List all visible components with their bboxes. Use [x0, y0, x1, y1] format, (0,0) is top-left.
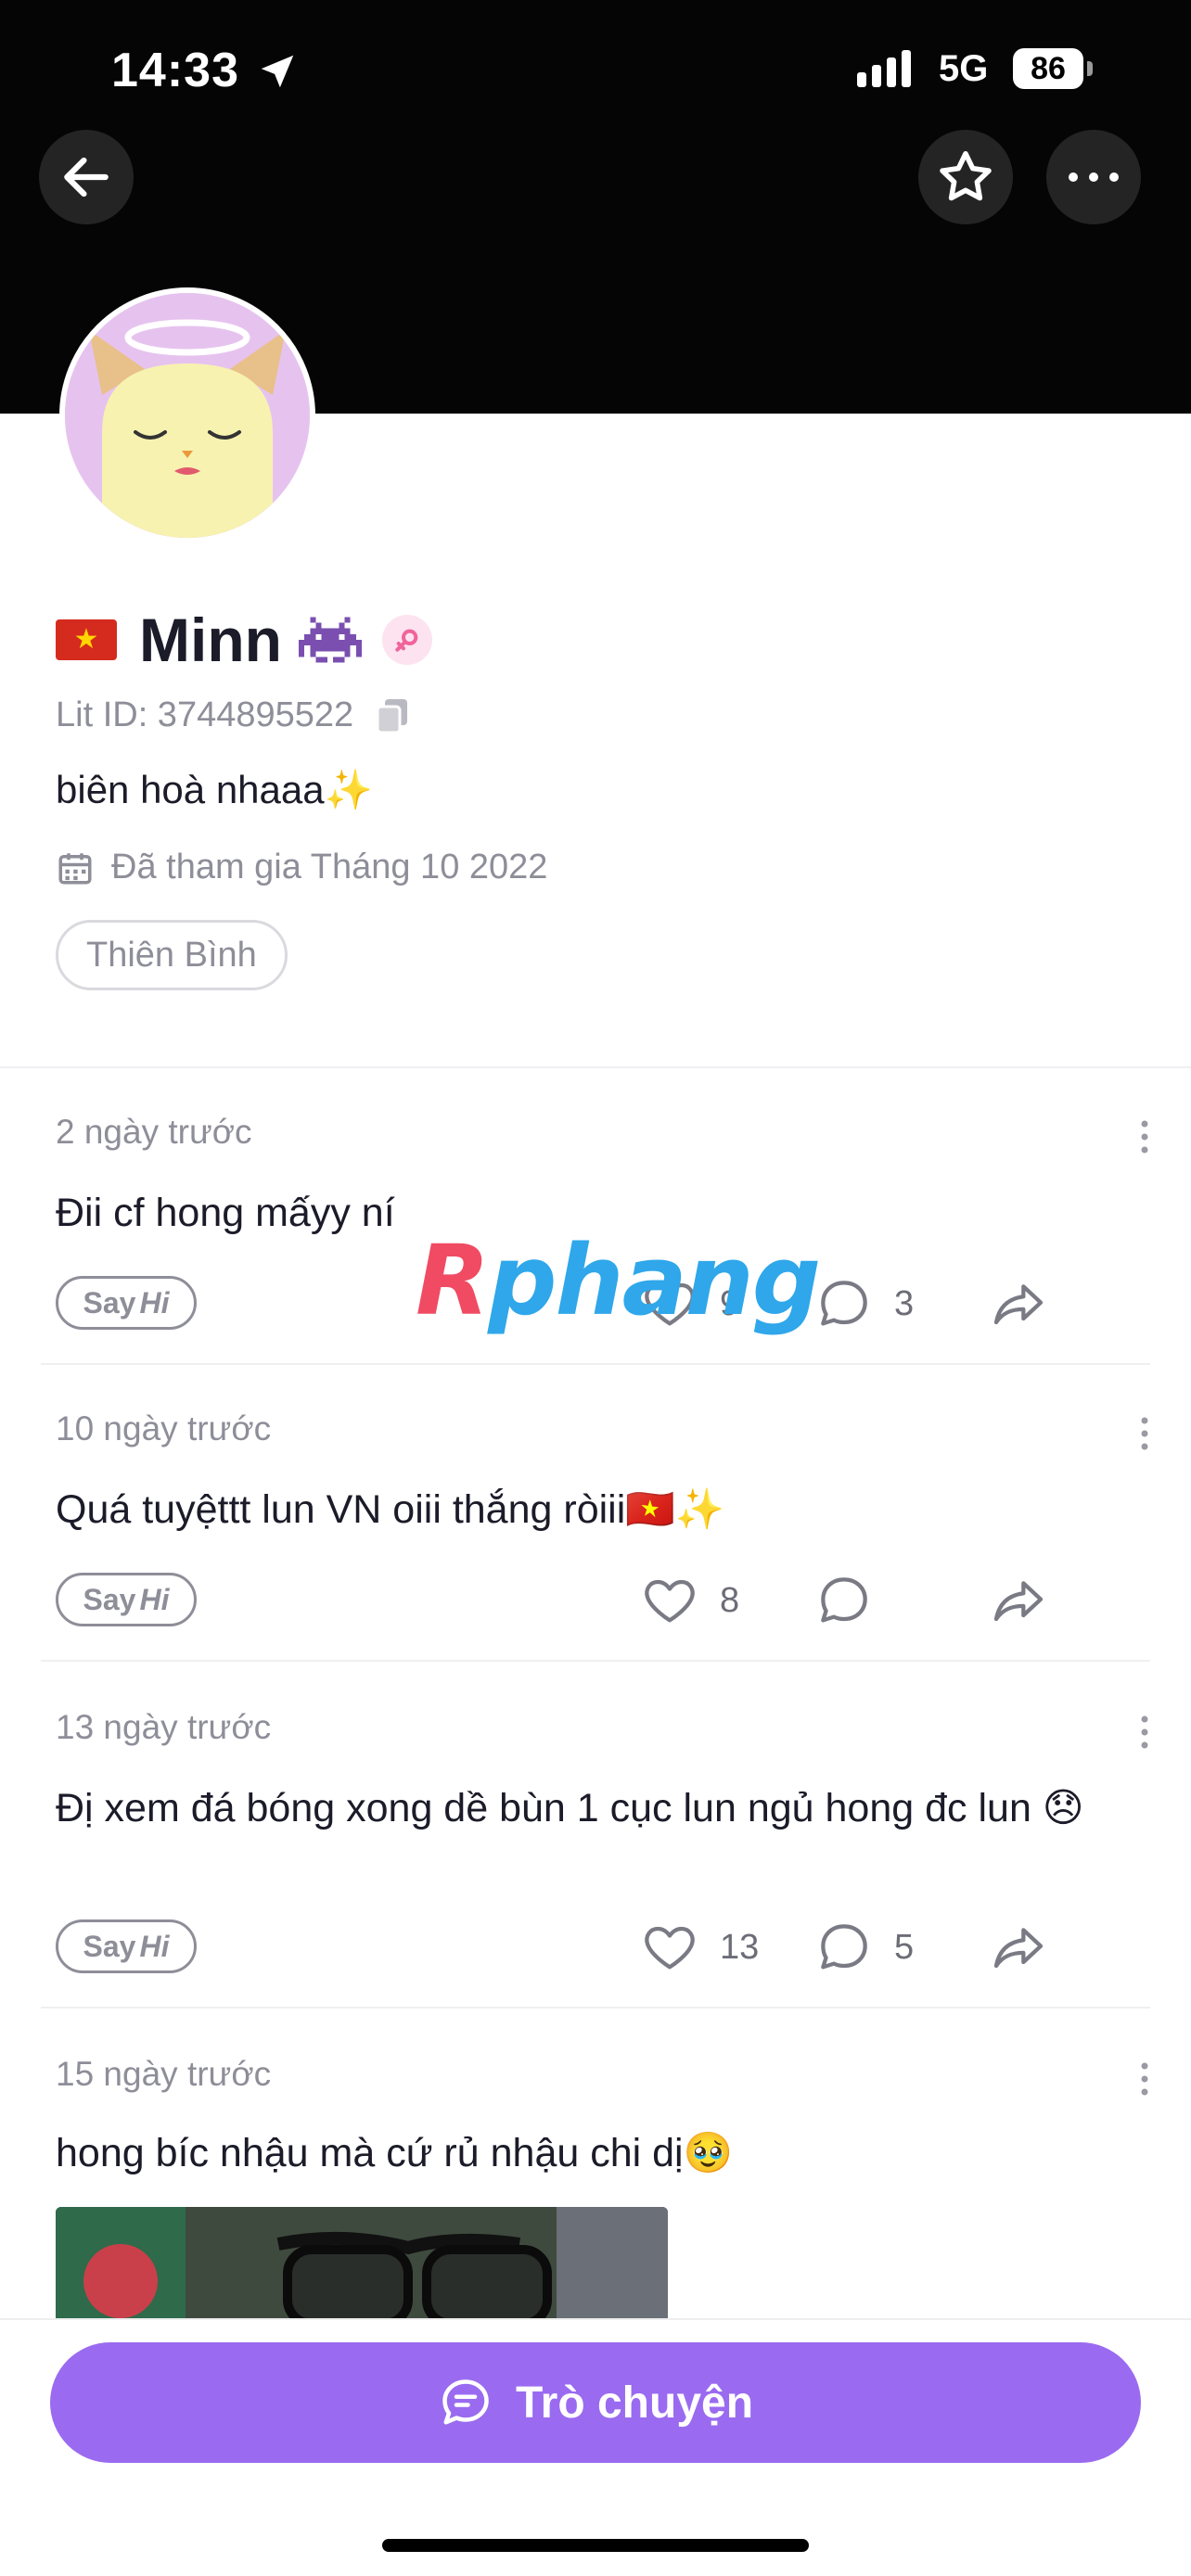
glasses-photo — [56, 2207, 668, 2318]
post-separator — [41, 2007, 1150, 2009]
lit-id-row: Lit ID: 3744895522 — [56, 695, 409, 735]
post-date: 10 ngày trước — [56, 1409, 272, 1447]
comment-button[interactable] — [814, 1571, 894, 1630]
network-type: 5G — [939, 48, 989, 89]
favorite-button[interactable] — [918, 130, 1013, 224]
say-hi-hi: Hi — [139, 1929, 170, 1963]
say-hi-hi: Hi — [139, 1285, 170, 1320]
chat-button[interactable]: Trò chuyện — [50, 2342, 1141, 2463]
heart-icon — [645, 1926, 695, 1970]
profile-name-row: ★ Minn — [56, 605, 432, 675]
zodiac-tag[interactable]: Thiên Bình — [56, 920, 288, 990]
comment-icon — [821, 1281, 867, 1326]
avatar[interactable] — [59, 287, 315, 543]
back-arrow-icon — [64, 157, 109, 198]
calendar-icon — [58, 852, 92, 884]
lit-id-text: Lit ID: 3744895522 — [56, 695, 354, 734]
chat-button-label: Trò chuyện — [515, 2378, 754, 2428]
profile-bio: biên hoà nhaaa✨ — [56, 768, 373, 811]
more-options-button[interactable] — [1046, 130, 1141, 224]
profile-name: Minn — [139, 606, 282, 674]
star-icon — [940, 150, 992, 201]
watermark-r: R — [416, 1224, 490, 1337]
post-more-icon[interactable] — [1135, 1714, 1154, 1751]
say-hi-say: Say — [83, 1929, 136, 1963]
comment-count: 3 — [894, 1283, 915, 1323]
post-date: 15 ngày trước — [56, 2055, 272, 2093]
comment-button[interactable]: 3 — [814, 1274, 914, 1333]
like-button[interactable]: 8 — [640, 1571, 739, 1630]
comment-count: 5 — [894, 1927, 915, 1967]
post-date: 2 ngày trước — [56, 1113, 252, 1151]
share-icon — [993, 1284, 1044, 1325]
battery-tip — [1087, 61, 1093, 76]
share-button[interactable] — [989, 1571, 1069, 1630]
chat-bubble-icon — [442, 2379, 489, 2425]
post-more-icon[interactable] — [1135, 2060, 1154, 2098]
post-date: 13 ngày trước — [56, 1708, 272, 1746]
post-separator — [41, 1660, 1150, 1662]
post-image[interactable] — [56, 2207, 668, 2318]
back-button[interactable] — [39, 130, 134, 224]
more-dots-icon — [1069, 172, 1119, 182]
like-count: 8 — [720, 1580, 740, 1620]
say-hi-say: Say — [83, 1285, 136, 1320]
section-divider — [0, 1066, 1191, 1068]
share-icon — [993, 1928, 1044, 1969]
post-text: hong bíc nhậu mà cứ rủ nhậu chi dị🥹 — [56, 2131, 734, 2175]
post-more-icon[interactable] — [1135, 1415, 1154, 1452]
watermark-logo: Rphang — [416, 1224, 821, 1337]
comment-icon — [821, 1924, 867, 1970]
share-button[interactable] — [989, 1918, 1069, 1977]
signal-icon — [857, 50, 911, 87]
female-gender-badge — [381, 615, 432, 665]
share-icon — [993, 1581, 1044, 1622]
female-symbol-icon — [395, 629, 418, 652]
post-text: Đị xem đá bóng xong dề bùn 1 cục lun ngủ… — [56, 1786, 1084, 1830]
post-separator — [41, 1363, 1150, 1365]
vietnam-flag-icon: ★ — [56, 619, 117, 660]
comment-button[interactable]: 5 — [814, 1918, 914, 1977]
heart-icon — [645, 1579, 695, 1623]
watermark-phang: phang — [488, 1224, 821, 1337]
like-count: 13 — [720, 1927, 760, 1967]
say-hi-say: Say — [83, 1582, 136, 1616]
status-time: 14:33 — [111, 44, 239, 97]
say-hi-hi: Hi — [139, 1582, 170, 1616]
say-hi-button[interactable]: Say Hi — [56, 1573, 197, 1626]
post-text: Quá tuyệttt lun VN oiii thắng ròiii🇻🇳✨ — [56, 1487, 725, 1532]
comment-icon — [821, 1577, 867, 1623]
like-button[interactable]: 13 — [640, 1918, 759, 1977]
say-hi-button[interactable]: Say Hi — [56, 1919, 197, 1973]
say-hi-button[interactable]: Say Hi — [56, 1276, 197, 1330]
location-arrow-icon — [261, 55, 294, 88]
copy-icon[interactable] — [376, 697, 409, 734]
joined-row: Đã tham gia Tháng 10 2022 — [56, 848, 547, 887]
post-more-icon[interactable] — [1135, 1118, 1154, 1155]
home-indicator — [382, 2539, 809, 2552]
share-button[interactable] — [989, 1274, 1069, 1333]
joined-text: Đã tham gia Tháng 10 2022 — [111, 848, 548, 886]
battery-level: 86 — [1013, 48, 1083, 89]
status-bar: 14:33 5G 86 — [0, 0, 1191, 139]
space-invader-icon — [298, 617, 362, 663]
avatar-illustration — [65, 293, 310, 538]
